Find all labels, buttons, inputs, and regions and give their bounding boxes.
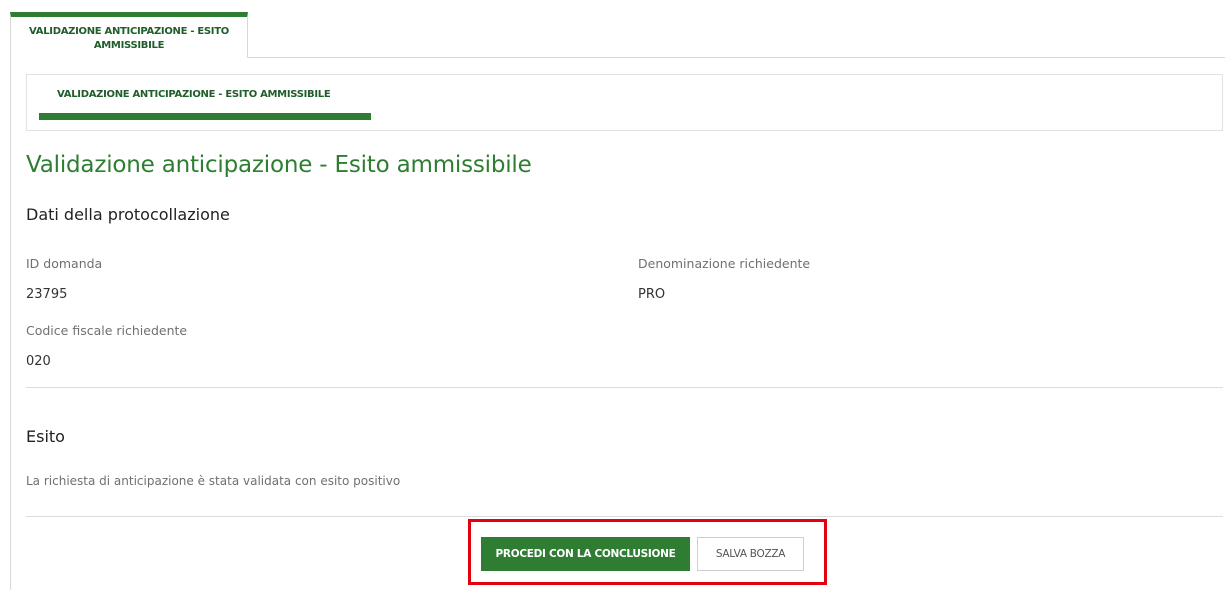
step-navigation: VALIDAZIONE ANTICIPAZIONE - ESITO AMMISS… bbox=[26, 74, 1223, 131]
section-title-esito: Esito bbox=[26, 427, 65, 446]
esito-message: La richiesta di anticipazione è stata va… bbox=[26, 474, 401, 488]
section-title-protocollazione: Dati della protocollazione bbox=[26, 205, 230, 224]
step-active-indicator bbox=[39, 113, 371, 120]
page: VALIDAZIONE ANTICIPAZIONE - ESITO AMMISS… bbox=[0, 0, 1225, 590]
id-domanda-label: ID domanda bbox=[26, 256, 103, 271]
content-frame-border bbox=[10, 58, 11, 590]
save-draft-button[interactable]: SALVA BOZZA bbox=[697, 537, 804, 571]
codice-fiscale-label: Codice fiscale richiedente bbox=[26, 323, 188, 338]
codice-fiscale-value: 020 bbox=[26, 354, 51, 369]
page-title: Validazione anticipazione - Esito ammiss… bbox=[26, 152, 532, 178]
tab-strip-baseline bbox=[248, 57, 1225, 58]
actions-divider bbox=[26, 516, 1223, 517]
step-tab-validazione[interactable]: VALIDAZIONE ANTICIPAZIONE - ESITO AMMISS… bbox=[39, 75, 371, 121]
proceed-conclusion-button[interactable]: PROCEDI CON LA CONCLUSIONE bbox=[481, 537, 690, 571]
id-domanda-value: 23795 bbox=[26, 287, 68, 302]
section-divider bbox=[26, 387, 1223, 388]
tab-validazione-anticipazione[interactable]: VALIDAZIONE ANTICIPAZIONE - ESITO AMMISS… bbox=[10, 12, 248, 58]
tab-label: VALIDAZIONE ANTICIPAZIONE - ESITO AMMISS… bbox=[29, 26, 229, 51]
denominazione-richiedente-label: Denominazione richiedente bbox=[638, 256, 811, 271]
denominazione-richiedente-value: PRO bbox=[638, 287, 666, 302]
tab-strip: VALIDAZIONE ANTICIPAZIONE - ESITO AMMISS… bbox=[0, 0, 1225, 58]
step-tab-label: VALIDAZIONE ANTICIPAZIONE - ESITO AMMISS… bbox=[57, 89, 331, 100]
